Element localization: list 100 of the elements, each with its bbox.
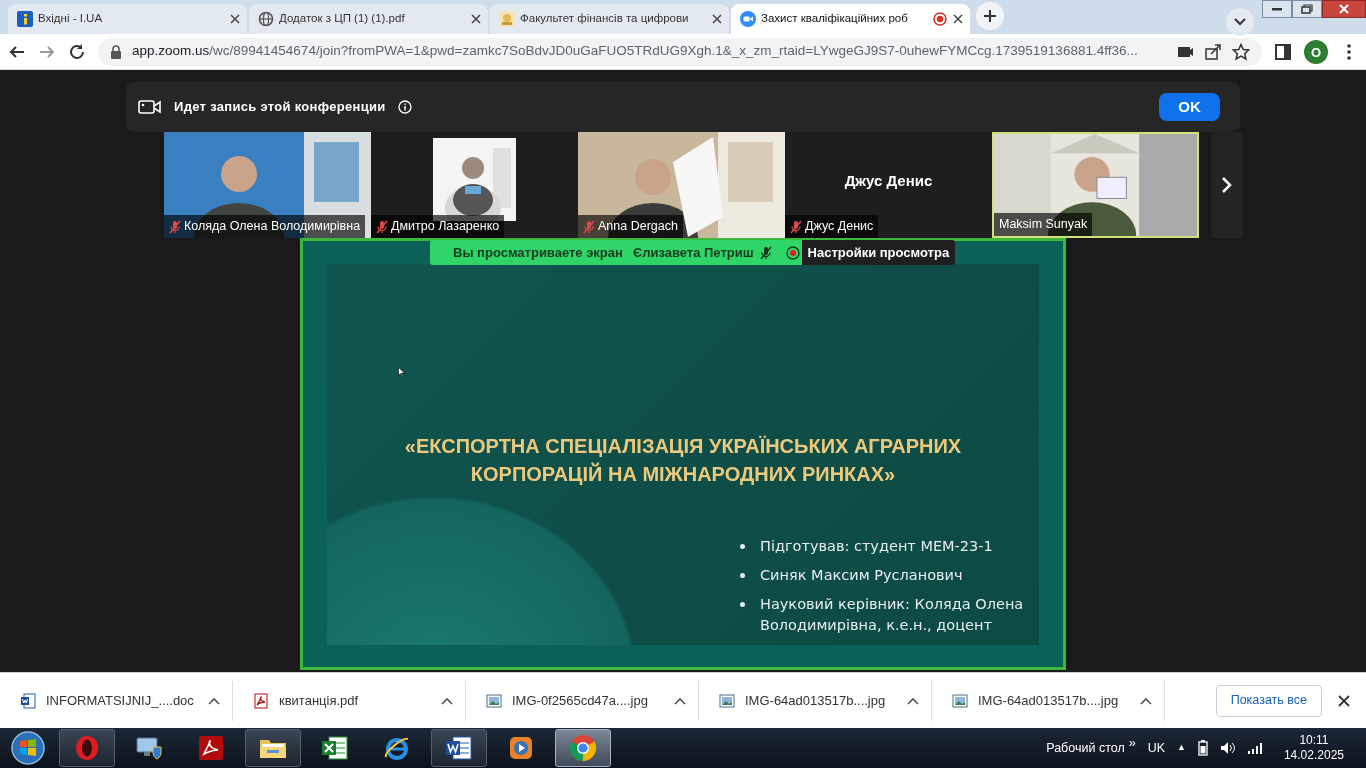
maximize-button[interactable] bbox=[1292, 0, 1322, 18]
video-tile[interactable]: Коляда Олена Володимирівна bbox=[164, 132, 371, 238]
image-icon bbox=[499, 11, 515, 27]
url-text: app.zoom.us/wc/89941454674/join?fromPWA=1&pwd=zamkc7SoBdvJD0uGaFUO5TRdUG9Xgh.1&_x_zm_rtaid=LYwgeGJ9S7-0uhewFYMCcg.1739519136881.4ff36... bbox=[132, 42, 1138, 61]
restore-icon bbox=[1301, 4, 1313, 14]
bullet-icon bbox=[740, 572, 745, 578]
download-item[interactable]: IMG-64ad013517b....jpg bbox=[699, 680, 932, 721]
minimize-button[interactable] bbox=[1262, 0, 1292, 18]
recording-notice: Идет запись этой конференции bbox=[174, 98, 386, 117]
tab-title: Вхідні - I.UA bbox=[38, 11, 104, 27]
share-notice: Вы просматриваете экран bbox=[453, 243, 623, 262]
address-bar[interactable]: app.zoom.us/wc/89941454674/join?fromPWA=1&pwd=zamkc7SoBdvJD0uGaFUO5TRdUG9Xgh.1&_x_zm_rtaid=LYwgeGJ9S7-0uhewFYMCcg.1739519136881.4ff36... bbox=[98, 37, 1262, 66]
show-hidden-icons-button[interactable]: ▲ bbox=[1177, 741, 1186, 755]
file-name: IMG-64ad013517b....jpg bbox=[745, 691, 887, 710]
image-icon bbox=[952, 692, 968, 709]
close-button[interactable] bbox=[1322, 0, 1366, 18]
spreadsheet-icon bbox=[321, 735, 349, 761]
participant-name: Коляда Олена Володимирівна bbox=[184, 218, 361, 236]
download-item[interactable]: INFORMATSIJNIJ_....doc bbox=[0, 680, 233, 721]
play-icon bbox=[508, 735, 534, 761]
signal-icon[interactable] bbox=[1247, 742, 1264, 754]
caret-icon[interactable] bbox=[674, 696, 686, 705]
participant-name: Maksim Sunyak bbox=[999, 216, 1088, 234]
show-all-button[interactable]: Показать все bbox=[1215, 684, 1322, 717]
file-name: INFORMATSIJNIJ_....doc bbox=[46, 691, 195, 710]
document-icon bbox=[445, 735, 473, 761]
desktop-toolbar-label[interactable]: Рабочий стол bbox=[1046, 738, 1125, 758]
video-tile[interactable]: Джус Денис Джус Денис bbox=[785, 132, 992, 238]
close-icon[interactable] bbox=[229, 13, 241, 25]
image-icon bbox=[719, 692, 735, 709]
info-icon[interactable] bbox=[397, 100, 412, 114]
pdf-icon bbox=[253, 692, 269, 709]
speaker-icon[interactable] bbox=[1219, 741, 1236, 755]
browser-tab[interactable]: Додаток з ЦП (1) (1).pdf bbox=[249, 4, 488, 34]
browser-tab[interactable]: Захист кваліфікаційних роб bbox=[731, 4, 970, 34]
caret-icon[interactable] bbox=[441, 696, 453, 705]
lock-icon bbox=[110, 44, 122, 59]
new-tab-button[interactable] bbox=[976, 2, 1004, 30]
bullet-text: Науковий керівник: Коляда Олена Володимирівна, к.е.н., доцент bbox=[760, 594, 1025, 636]
bullet-text: Синяк Максим Русланович bbox=[760, 565, 963, 585]
battery-icon[interactable] bbox=[1197, 740, 1208, 756]
file-name: IMG-0f2565cd47a....jpg bbox=[512, 691, 649, 710]
close-icon[interactable] bbox=[952, 13, 964, 25]
clock-date[interactable]: 14.02.2025 bbox=[1283, 748, 1344, 763]
participant-name: Джус Денис bbox=[805, 218, 874, 236]
plus-icon bbox=[983, 9, 997, 23]
close-icon[interactable] bbox=[470, 13, 482, 25]
caret-icon[interactable] bbox=[907, 696, 919, 705]
document-icon bbox=[20, 692, 36, 709]
tab-search-button[interactable] bbox=[1226, 8, 1254, 36]
close-icon[interactable] bbox=[711, 13, 723, 25]
video-camera-icon bbox=[138, 99, 162, 115]
bullet-text: Підготував: студент МЕМ-23-1 bbox=[760, 537, 993, 556]
slide-title: «ЕКСПОРТНА СПЕЦІАЛІЗАЦІЯ УКРАЇНСЬКИХ АГРАРНИХ bbox=[403, 434, 963, 459]
taskbar-button[interactable] bbox=[431, 729, 487, 767]
video-tile[interactable]: Maksim Sunyak bbox=[992, 132, 1199, 238]
profile-avatar[interactable]: O bbox=[1304, 39, 1328, 64]
video-tile[interactable]: Anna Dergach bbox=[578, 132, 785, 238]
browser-tab[interactable]: Факультет фінансів та цифрови bbox=[490, 4, 729, 34]
download-item[interactable]: квитанція.pdf bbox=[233, 680, 466, 721]
browser-icon bbox=[569, 734, 597, 762]
language-indicator[interactable]: UK bbox=[1147, 738, 1165, 758]
next-page-button[interactable] bbox=[1211, 132, 1243, 238]
image-icon bbox=[486, 692, 502, 709]
cursor-icon bbox=[398, 367, 405, 377]
caret-icon[interactable] bbox=[1140, 696, 1152, 705]
ok-button[interactable]: OK bbox=[1159, 93, 1220, 121]
download-item[interactable]: IMG-0f2565cd47a....jpg bbox=[466, 680, 699, 721]
file-name: IMG-64ad013517b....jpg bbox=[978, 691, 1120, 710]
browser-icon bbox=[383, 735, 411, 761]
view-options-button[interactable]: Настройки просмотра bbox=[801, 240, 956, 265]
tab-title: Захист кваліфікаційних роб bbox=[761, 11, 909, 27]
taskbar-button[interactable] bbox=[245, 729, 301, 767]
video-tile[interactable]: Дмитро Лазаренко bbox=[371, 132, 578, 238]
taskbar-button[interactable] bbox=[555, 729, 611, 767]
reload-icon[interactable] bbox=[68, 42, 86, 61]
participant-display-name: Джус Денис bbox=[844, 172, 933, 189]
chevron-right-icon bbox=[1221, 176, 1233, 194]
slide-title: КОРПОРАЦІЙ НА МІЖНАРОДНИХ РИНКАХ» bbox=[469, 461, 897, 487]
clock-time[interactable]: 10:11 bbox=[1283, 733, 1344, 748]
download-item[interactable]: IMG-64ad013517b....jpg bbox=[932, 680, 1165, 721]
globe-icon bbox=[258, 11, 274, 27]
info-icon bbox=[17, 11, 33, 27]
close-icon bbox=[1338, 4, 1350, 14]
star-icon[interactable] bbox=[1232, 42, 1250, 61]
toolbar-chevron[interactable]: » bbox=[1128, 733, 1136, 753]
tab-title: Додаток з ЦП (1) (1).pdf bbox=[279, 11, 406, 27]
muted-mic-icon bbox=[169, 219, 181, 234]
minimize-icon bbox=[1272, 7, 1282, 11]
camera-icon bbox=[740, 11, 756, 27]
presenter-name: Єлизавета Петриш bbox=[632, 243, 754, 262]
muted-mic-icon bbox=[790, 219, 802, 234]
browser-tab[interactable]: Вхідні - I.UA bbox=[8, 4, 247, 34]
caret-icon[interactable] bbox=[208, 696, 220, 705]
share-icon[interactable] bbox=[1204, 42, 1222, 61]
participant-name: Дмитро Лазаренко bbox=[391, 218, 500, 236]
tab-title: Факультет фінансів та цифрови bbox=[520, 11, 690, 27]
close-icon[interactable] bbox=[1338, 694, 1350, 707]
side-panel-icon[interactable] bbox=[1274, 42, 1292, 61]
bullet-icon bbox=[740, 544, 745, 549]
